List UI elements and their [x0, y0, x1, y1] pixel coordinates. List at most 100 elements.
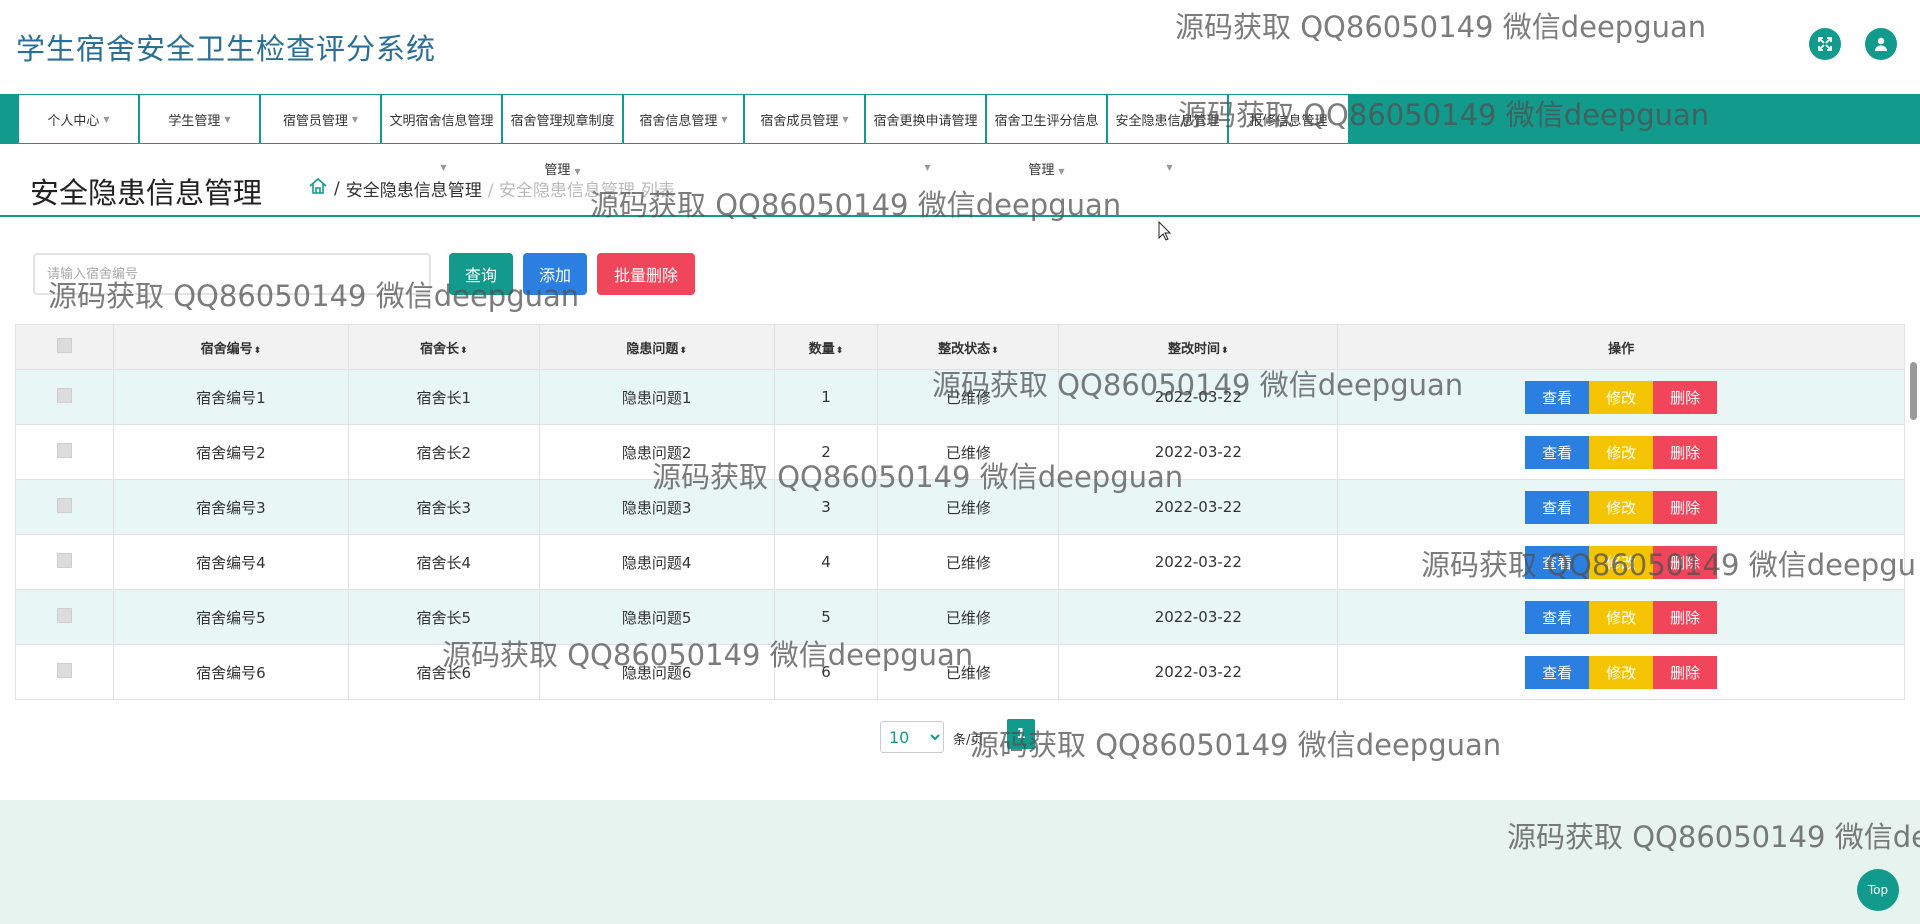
sort-icon[interactable]: ⬍: [836, 346, 844, 356]
table-row: 宿舍编号3 宿舍长3 隐患问题3 3 已维修 2022-03-22 查看 修改 …: [15, 479, 1905, 535]
caret-down-icon: ▼: [842, 114, 849, 124]
delete-button[interactable]: 删除: [1653, 490, 1718, 524]
row-checkbox[interactable]: [56, 552, 72, 568]
edit-button[interactable]: 修改: [1589, 435, 1654, 469]
edit-button[interactable]: 修改: [1589, 600, 1654, 634]
delete-button[interactable]: 删除: [1653, 435, 1718, 469]
cell-actions: 查看 修改 删除: [1337, 424, 1905, 480]
nav-item-personal-center[interactable]: 个人中心 ▼: [18, 94, 139, 144]
delete-button[interactable]: 删除: [1653, 545, 1718, 579]
delete-button[interactable]: 删除: [1653, 655, 1718, 689]
query-button[interactable]: 查询: [449, 253, 513, 295]
footer: [0, 800, 1920, 924]
column-header-status[interactable]: 整改状态⬍: [877, 324, 1060, 370]
page-size-select[interactable]: 10: [880, 721, 944, 753]
table-header-row: 宿舍编号⬍ 宿舍长⬍ 隐患问题⬍ 数量⬍ 整改状态⬍ 整改时间⬍ 操作: [15, 324, 1905, 370]
row-select-cell[interactable]: [15, 369, 114, 425]
nav-item-repair-info[interactable]: 报修信息管理: [1228, 94, 1349, 144]
cell-status: 已维修: [877, 534, 1060, 590]
caret-down-icon: ▼: [1166, 163, 1173, 172]
action-group: 查看 修改 删除: [1525, 380, 1718, 414]
action-group: 查看 修改 删除: [1525, 435, 1718, 469]
column-header-time[interactable]: 整改时间⬍: [1058, 324, 1339, 370]
edit-button[interactable]: 修改: [1589, 380, 1654, 414]
action-group: 查看 修改 删除: [1525, 655, 1718, 689]
column-label: 宿舍长: [419, 341, 459, 357]
table-row: 宿舍编号6 宿舍长6 隐患问题6 6 已维修 2022-03-22 查看 修改 …: [15, 644, 1905, 700]
cell-dorm-head: 宿舍长6: [347, 644, 540, 700]
add-button[interactable]: 添加: [523, 253, 587, 295]
view-button[interactable]: 查看: [1525, 490, 1590, 524]
row-checkbox[interactable]: [56, 442, 72, 458]
column-header-issue[interactable]: 隐患问题⬍: [538, 324, 775, 370]
view-button[interactable]: 查看: [1525, 600, 1590, 634]
cell-status: 已维修: [877, 479, 1060, 535]
page-title: 安全隐患信息管理: [30, 176, 263, 210]
home-icon[interactable]: [308, 176, 328, 201]
row-select-cell[interactable]: [15, 589, 114, 645]
search-input[interactable]: [33, 253, 431, 295]
nav-item-subline: ▼: [382, 159, 501, 174]
sort-icon[interactable]: ⬍: [460, 346, 468, 356]
breadcrumb-item-current[interactable]: 安全隐患信息管理: [346, 176, 482, 201]
delete-button[interactable]: 删除: [1653, 600, 1718, 634]
pagination-current-page[interactable]: 1: [1007, 719, 1035, 749]
sort-icon[interactable]: ⬍: [254, 346, 262, 356]
caret-down-icon: ▼: [924, 163, 931, 172]
column-header-dorm-no[interactable]: 宿舍编号⬍: [112, 324, 349, 370]
expand-icon[interactable]: [1809, 28, 1841, 60]
row-checkbox[interactable]: [56, 662, 72, 678]
cell-quantity: 6: [773, 644, 879, 700]
view-button[interactable]: 查看: [1525, 545, 1590, 579]
row-select-cell[interactable]: [15, 479, 114, 535]
nav-item-dorm-info[interactable]: 宿舍信息管理 ▼: [623, 94, 744, 144]
sort-icon[interactable]: ⬍: [679, 346, 687, 356]
cell-dorm-no: 宿舍编号2: [112, 424, 349, 480]
back-to-top-button[interactable]: Top: [1857, 869, 1899, 911]
row-select-cell[interactable]: [15, 534, 114, 590]
sort-icon[interactable]: ⬍: [991, 346, 999, 356]
nav-item-dorm-members[interactable]: 宿舍成员管理 ▼: [744, 94, 865, 144]
hazard-table: 宿舍编号⬍ 宿舍长⬍ 隐患问题⬍ 数量⬍ 整改状态⬍ 整改时间⬍ 操作 宿舍编号…: [15, 324, 1905, 700]
column-label: 数量: [808, 341, 835, 357]
view-button[interactable]: 查看: [1525, 655, 1590, 689]
column-header-quantity[interactable]: 数量⬍: [773, 324, 879, 370]
cell-time: 2022-03-22: [1058, 644, 1339, 700]
nav-item-hygiene-score[interactable]: 宿舍卫生评分信息 管理 ▼: [986, 94, 1107, 178]
cell-issue: 隐患问题4: [538, 534, 775, 590]
cell-dorm-head: 宿舍长5: [347, 589, 540, 645]
nav-item-label: 文明宿舍信息管理: [389, 113, 494, 129]
nav-item-civilized-dorm[interactable]: 文明宿舍信息管理 ▼: [381, 94, 502, 172]
nav-item-dorm-manager-management[interactable]: 宿管员管理 ▼: [260, 94, 381, 144]
cell-dorm-head: 宿舍长2: [347, 424, 540, 480]
edit-button[interactable]: 修改: [1589, 545, 1654, 579]
column-header-actions: 操作: [1337, 324, 1905, 370]
edit-button[interactable]: 修改: [1589, 490, 1654, 524]
select-all-checkbox[interactable]: [56, 337, 72, 353]
view-button[interactable]: 查看: [1525, 435, 1590, 469]
delete-button[interactable]: 删除: [1653, 380, 1718, 414]
row-select-cell[interactable]: [15, 644, 114, 700]
column-header-dorm-head[interactable]: 宿舍长⬍: [347, 324, 540, 370]
caret-down-icon: ▼: [574, 167, 581, 176]
nav-item-safety-hazard[interactable]: 安全隐患信息管理 ▼: [1107, 94, 1228, 172]
page-size-suffix: 条/页: [953, 733, 984, 748]
sort-icon[interactable]: ⬍: [1221, 346, 1229, 356]
row-select-cell[interactable]: [15, 424, 114, 480]
select-all-cell[interactable]: [15, 324, 114, 370]
row-checkbox[interactable]: [56, 497, 72, 513]
nav-item-dorm-rules[interactable]: 宿舍管理规章制度 管理 ▼: [502, 94, 623, 178]
nav-item-dorm-change-request[interactable]: 宿舍更换申请管理 ▼: [865, 94, 986, 172]
edit-button[interactable]: 修改: [1589, 655, 1654, 689]
cell-time: 2022-03-22: [1058, 424, 1339, 480]
row-checkbox[interactable]: [56, 607, 72, 623]
row-checkbox[interactable]: [56, 387, 72, 403]
nav-item-student-management[interactable]: 学生管理 ▼: [139, 94, 260, 144]
caret-down-icon: ▼: [103, 114, 110, 124]
view-button[interactable]: 查看: [1525, 380, 1590, 414]
nav-item-subline: 管理 ▼: [987, 159, 1106, 178]
scrollbar-thumb[interactable]: [1910, 362, 1917, 420]
cell-dorm-head: 宿舍长3: [347, 479, 540, 535]
batch-delete-button[interactable]: 批量删除: [597, 253, 695, 295]
user-icon[interactable]: [1865, 28, 1897, 60]
